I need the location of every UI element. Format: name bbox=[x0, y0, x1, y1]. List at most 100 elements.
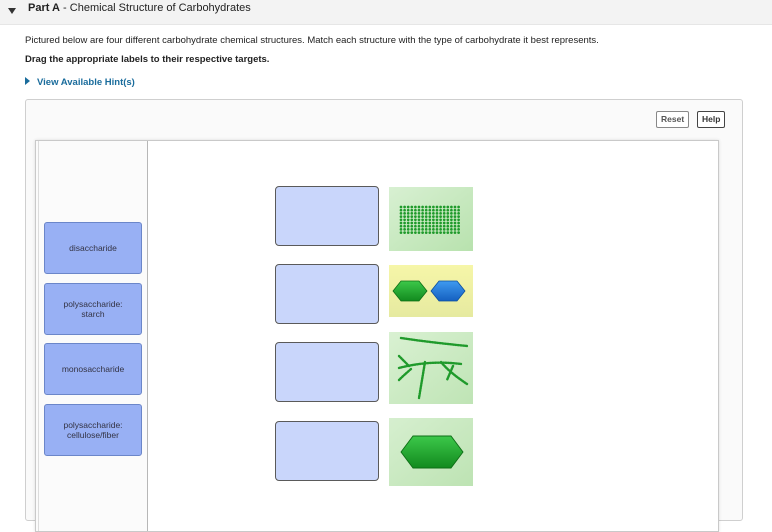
glucose-dot bbox=[453, 212, 457, 215]
glucose-dot bbox=[450, 224, 453, 228]
branched-starch-icon bbox=[389, 332, 473, 404]
glucose-dot bbox=[432, 218, 435, 222]
glucose-dot bbox=[450, 231, 453, 234]
glucose-dot bbox=[399, 231, 403, 234]
glucose-dot bbox=[406, 231, 410, 234]
glucose-dot bbox=[450, 228, 453, 231]
glucose-dot bbox=[446, 218, 450, 222]
glucose-dot bbox=[406, 218, 410, 222]
glucose-dot bbox=[399, 228, 403, 231]
glucose-dot bbox=[424, 212, 428, 215]
glucose-dot bbox=[450, 215, 453, 218]
activity-stage: disaccharide polysaccharide: starch monos… bbox=[35, 140, 719, 532]
glucose-dot bbox=[403, 218, 406, 222]
glucose-dot bbox=[450, 205, 453, 209]
glucose-dot bbox=[442, 228, 446, 231]
glucose-dot bbox=[432, 221, 435, 225]
glucose-dot bbox=[399, 224, 403, 228]
glucose-dot bbox=[439, 215, 442, 218]
glucose-dot bbox=[439, 218, 442, 222]
label-polysaccharide-cellulose[interactable]: polysaccharide: cellulose/fiber bbox=[44, 404, 142, 456]
glucose-dot bbox=[414, 228, 417, 231]
label-disaccharide[interactable]: disaccharide bbox=[44, 222, 142, 274]
glucose-dot bbox=[410, 224, 414, 228]
glucose-dot bbox=[442, 205, 446, 209]
label-polysaccharide-starch[interactable]: polysaccharide: starch bbox=[44, 283, 142, 335]
glucose-dot bbox=[450, 218, 453, 222]
label-text: polysaccharide: bbox=[63, 420, 123, 430]
glucose-dot bbox=[410, 231, 414, 234]
part-title-text: Chemical Structure of Carbohydrates bbox=[69, 2, 251, 14]
drop-target-3[interactable] bbox=[275, 342, 379, 402]
glucose-dot bbox=[421, 218, 424, 222]
glucose-dot bbox=[446, 221, 450, 225]
part-label: Part A bbox=[28, 2, 60, 14]
glucose-dot bbox=[406, 212, 410, 215]
glucose-dot bbox=[446, 228, 450, 231]
label-text: polysaccharide: bbox=[63, 299, 123, 309]
glucose-dot bbox=[435, 215, 439, 218]
part-header[interactable]: Part A - Chemical Structure of Carbohydr… bbox=[0, 0, 772, 25]
glucose-dot bbox=[417, 205, 421, 209]
glucose-dot bbox=[417, 231, 421, 234]
glucose-dot bbox=[403, 224, 406, 228]
drop-target-1[interactable] bbox=[275, 186, 379, 246]
glucose-dot bbox=[421, 212, 424, 215]
glucose-dot bbox=[428, 231, 432, 234]
glucose-dot bbox=[406, 205, 410, 209]
glucose-dot bbox=[453, 205, 457, 209]
glucose-dot bbox=[453, 208, 457, 212]
glucose-dot bbox=[414, 218, 417, 222]
glucose-dot bbox=[453, 224, 457, 228]
collapse-caret-icon[interactable] bbox=[8, 8, 16, 14]
glucose-dot bbox=[432, 205, 435, 209]
help-button[interactable]: Help bbox=[697, 111, 726, 128]
glucose-dot bbox=[406, 221, 410, 225]
glucose-dot bbox=[403, 212, 406, 215]
glucose-dot bbox=[424, 231, 428, 234]
label-monosaccharide[interactable]: monosaccharide bbox=[44, 343, 142, 395]
glucose-dot bbox=[421, 205, 424, 209]
glucose-dot bbox=[417, 228, 421, 231]
glucose-dot bbox=[414, 224, 417, 228]
glucose-dot bbox=[432, 208, 435, 212]
glucose-dot bbox=[457, 208, 460, 212]
glucose-dot bbox=[450, 212, 453, 215]
glucose-dot bbox=[428, 212, 432, 215]
glucose-dot bbox=[435, 208, 439, 212]
glucose-dot bbox=[410, 228, 414, 231]
part-title: Part A - Chemical Structure of Carbohydr… bbox=[28, 1, 251, 15]
glucose-dot bbox=[428, 215, 432, 218]
glucose-dot bbox=[457, 212, 460, 215]
glucose-dot bbox=[424, 224, 428, 228]
glucose-dot bbox=[414, 205, 417, 209]
glucose-dot bbox=[421, 224, 424, 228]
glucose-dot bbox=[432, 215, 435, 218]
glucose-dot bbox=[439, 224, 442, 228]
glucose-dot bbox=[424, 208, 428, 212]
glucose-dot bbox=[410, 205, 414, 209]
glucose-dot bbox=[410, 221, 414, 225]
glucose-dot bbox=[417, 212, 421, 215]
glucose-dot bbox=[439, 221, 442, 225]
instructions-text: Pictured below are four different carboh… bbox=[25, 35, 599, 46]
drop-target-2[interactable] bbox=[275, 264, 379, 324]
glucose-dot bbox=[435, 218, 439, 222]
glucose-dot bbox=[442, 218, 446, 222]
glucose-dot bbox=[453, 218, 457, 222]
glucose-dot bbox=[428, 228, 432, 231]
glucose-dot bbox=[457, 221, 460, 225]
glucose-dot bbox=[442, 224, 446, 228]
glucose-dot bbox=[417, 208, 421, 212]
glucose-dot bbox=[432, 228, 435, 231]
glucose-dot bbox=[435, 228, 439, 231]
label-bank-divider bbox=[38, 141, 39, 531]
view-hints-link[interactable]: View Available Hint(s) bbox=[25, 77, 135, 88]
drop-target-4[interactable] bbox=[275, 421, 379, 481]
glucose-dot bbox=[417, 224, 421, 228]
glucose-dot bbox=[414, 208, 417, 212]
glucose-dot bbox=[428, 221, 432, 225]
glucose-dot bbox=[442, 215, 446, 218]
glucose-dot bbox=[428, 224, 432, 228]
reset-button[interactable]: Reset bbox=[656, 111, 690, 128]
